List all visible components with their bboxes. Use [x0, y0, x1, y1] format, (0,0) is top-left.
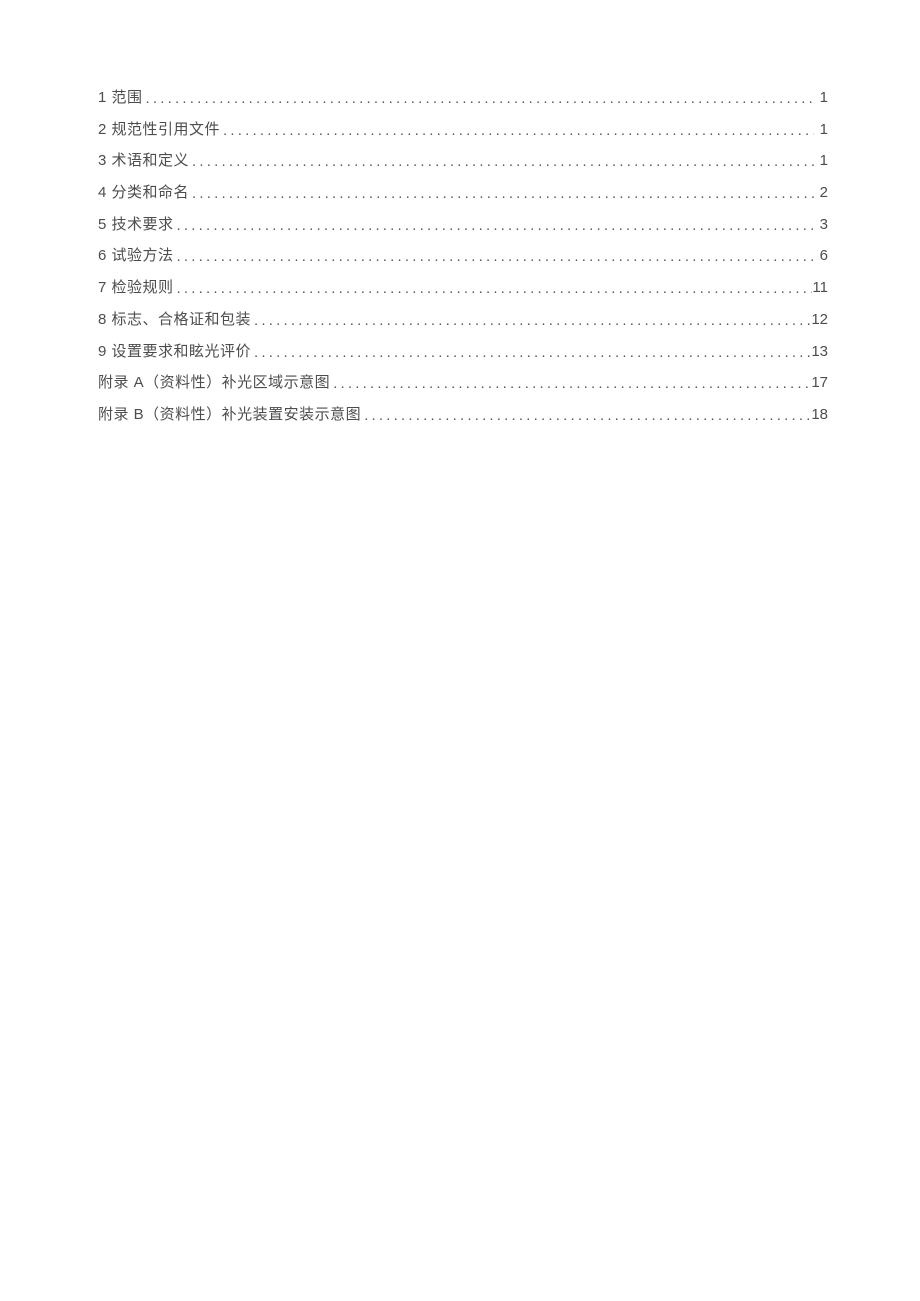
toc-entry: 2 规范性引用文件 1	[98, 122, 828, 137]
toc-entry-page: 17	[811, 375, 828, 390]
toc-entry-page: 1	[814, 122, 828, 137]
toc-dot-leader	[174, 218, 814, 233]
toc-dot-leader	[174, 281, 813, 296]
toc-dot-leader	[330, 376, 811, 391]
toc-entry-page: 11	[812, 280, 828, 295]
toc-entry-page: 18	[811, 407, 828, 422]
toc-entry-title: 1 范围	[98, 90, 143, 105]
toc-entry: 6 试验方法 6	[98, 248, 828, 263]
toc-entry-page: 3	[814, 217, 828, 232]
toc-entry: 1 范围 1	[98, 90, 828, 105]
toc-entry-title: 5 技术要求	[98, 217, 174, 232]
toc-dot-leader	[361, 408, 811, 423]
toc-entry-title: 附录 B（资料性）补光装置安装示意图	[98, 407, 361, 422]
toc-dot-leader	[251, 345, 811, 360]
toc-dot-leader	[189, 186, 814, 201]
toc-dot-leader	[251, 313, 811, 328]
toc-entry-page: 2	[814, 185, 828, 200]
toc-entry-title: 附录 A（资料性）补光区域示意图	[98, 375, 330, 390]
toc-entry: 附录 A（资料性）补光区域示意图 17	[98, 375, 828, 390]
toc-entry-page: 1	[814, 153, 828, 168]
toc-entry: 3 术语和定义 1	[98, 153, 828, 168]
toc-entry: 7 检验规则 11	[98, 280, 828, 295]
toc-dot-leader	[174, 249, 814, 264]
toc-dot-leader	[189, 154, 814, 169]
toc-entry: 8 标志、合格证和包装 12	[98, 312, 828, 327]
toc-entry-title: 2 规范性引用文件	[98, 122, 220, 137]
toc-dot-leader	[143, 91, 814, 106]
toc-entry-title: 3 术语和定义	[98, 153, 189, 168]
toc-entry-page: 12	[811, 312, 828, 327]
toc-entry: 4 分类和命名 2	[98, 185, 828, 200]
toc-entry-title: 8 标志、合格证和包装	[98, 312, 251, 327]
toc-entry-title: 7 检验规则	[98, 280, 174, 295]
toc-entry-page: 1	[814, 90, 828, 105]
toc-entry-page: 13	[811, 344, 828, 359]
table-of-contents: 1 范围 1 2 规范性引用文件 1 3 术语和定义 1 4 分类和命名 2 5…	[98, 90, 828, 422]
toc-entry-title: 6 试验方法	[98, 248, 174, 263]
toc-entry: 9 设置要求和眩光评价 13	[98, 344, 828, 359]
toc-entry-page: 6	[814, 248, 828, 263]
toc-entry-title: 9 设置要求和眩光评价	[98, 344, 251, 359]
toc-entry: 附录 B（资料性）补光装置安装示意图 18	[98, 407, 828, 422]
toc-entry-title: 4 分类和命名	[98, 185, 189, 200]
toc-entry: 5 技术要求 3	[98, 217, 828, 232]
toc-dot-leader	[220, 123, 814, 138]
